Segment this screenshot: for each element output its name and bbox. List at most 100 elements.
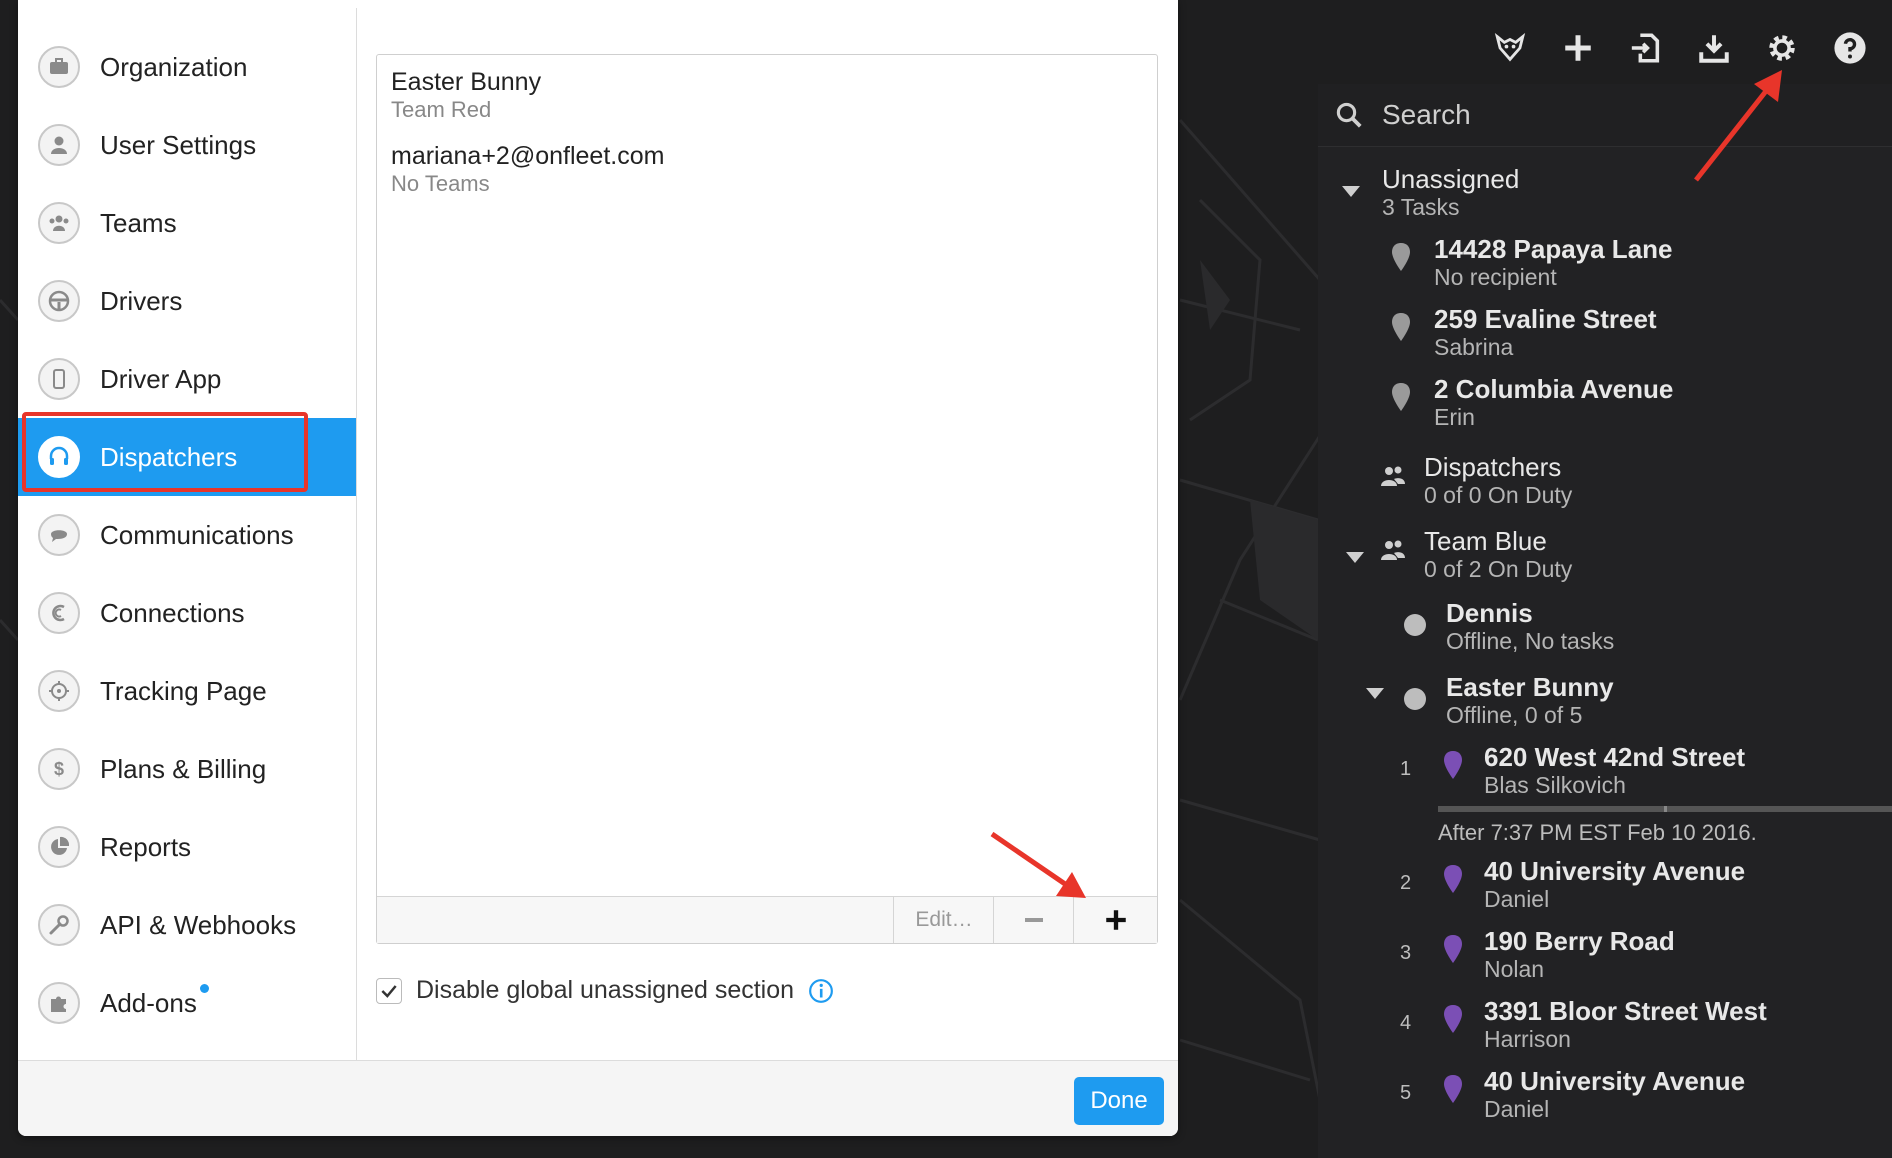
status-dot-icon	[1404, 614, 1426, 636]
task-recipient: Erin	[1434, 404, 1475, 430]
sidebar-item-organization[interactable]: Organization	[18, 28, 356, 106]
map-pin-icon	[1444, 751, 1462, 779]
sidebar-item-drivers[interactable]: Drivers	[18, 262, 356, 340]
sidebar-item-reports[interactable]: Reports	[18, 808, 356, 886]
task-address: 14428 Papaya Lane	[1434, 234, 1673, 264]
dispatchers-duty: 0 of 0 On Duty	[1424, 482, 1573, 508]
info-icon[interactable]	[808, 978, 834, 1004]
wrench-icon	[38, 904, 80, 946]
list-controls: Edit…	[377, 896, 1157, 943]
task-address: 40 University Avenue	[1484, 1066, 1746, 1096]
phone-icon	[38, 358, 80, 400]
dispatcher-name: mariana+2@onfleet.com	[391, 142, 665, 170]
sidebar-item-api-webhooks[interactable]: API & Webhooks	[18, 886, 356, 964]
caret-down-icon[interactable]	[1346, 552, 1364, 563]
gear-icon[interactable]	[1748, 14, 1816, 82]
team-blue-duty: 0 of 2 On Duty	[1424, 556, 1573, 582]
map-pin-icon	[1444, 1075, 1462, 1103]
map-pin-icon	[1392, 313, 1410, 341]
unassigned-count: 3 Tasks	[1382, 194, 1460, 220]
dispatcher-team: Team Red	[391, 97, 492, 122]
plus-icon[interactable]	[1544, 14, 1612, 82]
sidebar-item-label: Connections	[100, 597, 245, 628]
list-item[interactable]: mariana+2@onfleet.com No Teams	[391, 141, 664, 197]
dispatcher-name: Easter Bunny	[391, 68, 542, 96]
sidebar-item-plans-billing[interactable]: $ Plans & Billing	[18, 730, 356, 808]
task-number: 1	[1400, 758, 1412, 780]
sidebar-item-communications[interactable]: Communications	[18, 496, 356, 574]
briefcase-icon	[38, 46, 80, 88]
task-number: 2	[1400, 872, 1412, 894]
list-item[interactable]: Easter Bunny Team Red	[391, 67, 541, 123]
download-icon[interactable]	[1680, 14, 1748, 82]
task-address: 190 Berry Road	[1484, 926, 1675, 956]
search-bar[interactable]: Search	[1318, 84, 1892, 147]
team-icon	[1381, 466, 1405, 486]
sidebar-item-add-ons[interactable]: Add-ons	[18, 964, 356, 1042]
task-recipient: Daniel	[1484, 1096, 1550, 1122]
dispatchers-settings-pane: Easter Bunny Team Red mariana+2@onfleet.…	[358, 8, 1178, 1060]
dispatcher-team: No Teams	[391, 171, 490, 196]
search-input[interactable]: Search	[1382, 99, 1471, 131]
caret-down-icon[interactable]	[1342, 186, 1360, 197]
task-address: 259 Evaline Street	[1434, 304, 1657, 334]
remove-dispatcher-button[interactable]	[993, 897, 1074, 943]
connections-icon	[38, 592, 80, 634]
task-number: 5	[1400, 1082, 1412, 1104]
sidebar-item-label: Driver App	[100, 363, 222, 394]
sidebar-item-label: Communications	[100, 519, 294, 550]
settings-modal: Organization User Settings Teams Drivers…	[18, 0, 1178, 1136]
sidebar-item-label: User Settings	[100, 129, 257, 160]
task-timeline-bar	[1438, 806, 1892, 812]
task-recipient: Blas Silkovich	[1484, 772, 1626, 798]
sidebar-item-teams[interactable]: Teams	[18, 184, 356, 262]
task-recipient: Nolan	[1484, 956, 1545, 982]
map-pin-icon	[1392, 243, 1410, 271]
team-icon	[1381, 540, 1405, 560]
top-toolbar	[1476, 0, 1892, 96]
dollar-icon: $	[38, 748, 80, 790]
sidebar-item-label: Drivers	[100, 285, 183, 316]
disable-unassigned-label: Disable global unassigned section	[416, 976, 795, 1004]
map-pin-icon	[1444, 1005, 1462, 1033]
map-pin-icon	[1444, 935, 1462, 963]
sidebar-item-connections[interactable]: Connections	[18, 574, 356, 652]
sidebar-item-label: Add-ons	[100, 983, 209, 1019]
disable-unassigned-checkbox[interactable]	[376, 977, 402, 1004]
plus-icon	[1106, 910, 1126, 930]
add-dispatcher-button[interactable]	[1073, 897, 1158, 943]
sidebar-item-driver-app[interactable]: Driver App	[18, 340, 356, 418]
done-button[interactable]: Done	[1074, 1077, 1164, 1125]
sidebar-item-label: API & Webhooks	[100, 909, 297, 940]
task-recipient: No recipient	[1434, 264, 1557, 290]
status-dot-icon	[1404, 688, 1426, 710]
task-number: 4	[1400, 1012, 1412, 1034]
sidebar-item-label: Reports	[100, 831, 192, 862]
new-badge-dot	[199, 983, 209, 993]
task-list-panel: Search Unassigned 3 Tasks 14428 Papaya L…	[1318, 84, 1892, 1158]
steering-wheel-icon	[38, 280, 80, 322]
fox-logo-icon[interactable]	[1476, 14, 1544, 82]
unassigned-title: Unassigned	[1382, 164, 1520, 194]
edit-button[interactable]: Edit…	[893, 897, 994, 943]
dispatchers-title: Dispatchers	[1424, 452, 1562, 482]
import-icon[interactable]	[1612, 14, 1680, 82]
puzzle-icon	[38, 982, 80, 1024]
driver-name: Easter Bunny	[1446, 672, 1614, 702]
task-address: 3391 Bloor Street West	[1484, 996, 1767, 1026]
task-address: 2 Columbia Avenue	[1434, 374, 1674, 404]
caret-down-icon[interactable]	[1366, 688, 1384, 699]
pie-chart-icon	[38, 826, 80, 868]
map-pin-icon	[1392, 383, 1410, 411]
svg-text:$: $	[54, 759, 64, 779]
sidebar-item-tracking-page[interactable]: Tracking Page	[18, 652, 356, 730]
help-icon[interactable]	[1816, 14, 1884, 82]
chat-icon	[38, 514, 80, 556]
sidebar-item-user-settings[interactable]: User Settings	[18, 106, 356, 184]
driver-status: Offline, 0 of 5	[1446, 702, 1583, 728]
sidebar-item-label: Plans & Billing	[100, 753, 267, 784]
map-pin-icon	[1444, 865, 1462, 893]
sidebar-item-label: Organization	[100, 51, 248, 82]
settings-sidebar: Organization User Settings Teams Drivers…	[18, 8, 357, 1060]
search-icon	[1336, 102, 1362, 128]
